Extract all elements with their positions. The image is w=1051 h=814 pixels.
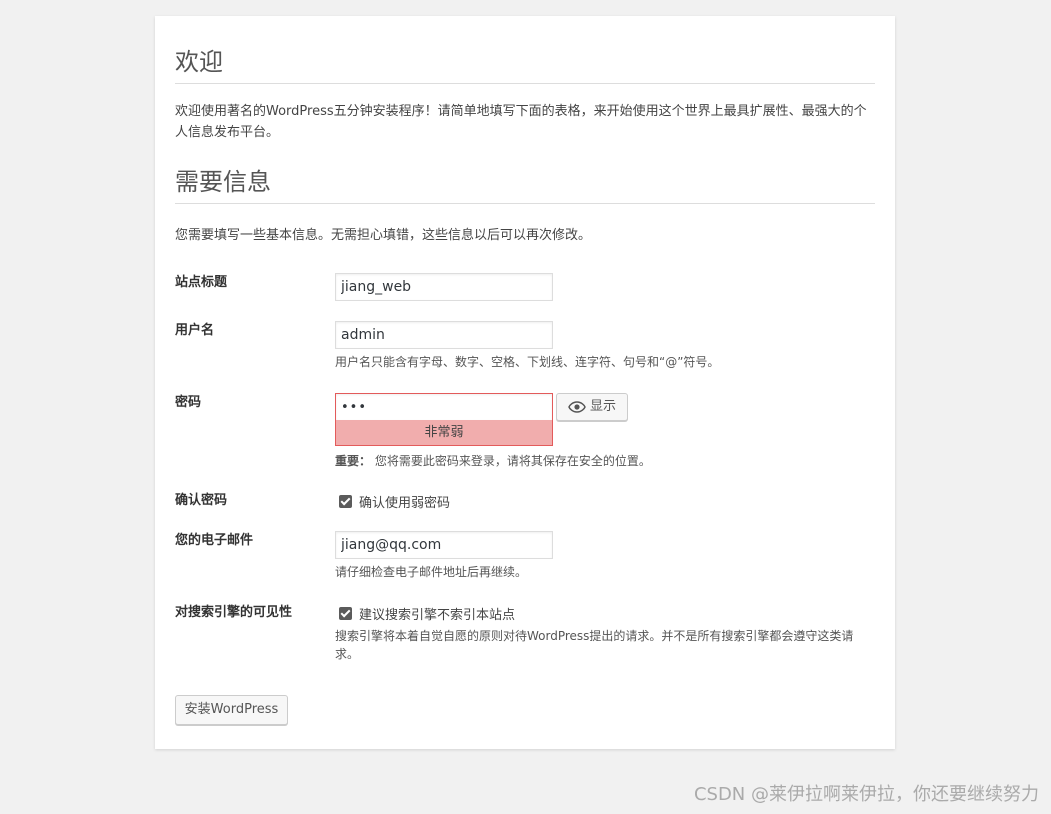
visibility-hint: 搜索引擎将本着自觉自愿的原则对待WordPress提出的请求。并不是所有搜索引擎… <box>335 629 854 661</box>
site-title-input[interactable] <box>335 273 553 301</box>
email-input[interactable] <box>335 531 553 559</box>
divider <box>175 83 875 84</box>
welcome-heading: 欢迎 <box>175 48 223 76</box>
eye-icon <box>568 401 586 413</box>
welcome-intro: 欢迎使用著名的WordPress五分钟安装程序！请简单地填写下面的表格，来开始使… <box>175 104 867 140</box>
site-title-label: 站点标题 <box>175 275 228 290</box>
csdn-watermark: CSDN @莱伊拉啊莱伊拉，你还要继续努力 <box>693 784 1039 805</box>
divider <box>175 203 875 204</box>
password-strength-meter: 非常弱 <box>335 420 553 446</box>
install-form-card: 欢迎 欢迎使用著名的WordPress五分钟安装程序！请简单地填写下面的表格，来… <box>155 16 895 749</box>
password-label: 密码 <box>175 395 202 410</box>
password-note: 重要： 您将需要此密码来登录，请将其保存在安全的位置。 <box>335 452 651 470</box>
info-intro: 您需要填写一些基本信息。无需担心填错，这些信息以后可以再次修改。 <box>175 228 592 243</box>
username-input[interactable] <box>335 321 553 349</box>
show-password-label: 显示 <box>589 399 616 414</box>
confirm-weak-password-row[interactable]: 确认使用弱密码 <box>339 492 450 511</box>
password-input[interactable] <box>335 393 553 421</box>
info-heading: 需要信息 <box>175 168 271 196</box>
email-label: 您的电子邮件 <box>175 533 254 548</box>
confirm-weak-password-label: 确认使用弱密码 <box>359 496 451 511</box>
visibility-label: 对搜索引擎的可见性 <box>175 605 293 620</box>
confirm-weak-password-checkbox[interactable] <box>339 495 352 508</box>
discourage-search-row[interactable]: 建议搜索引擎不索引本站点 <box>339 604 515 623</box>
install-wordpress-button[interactable]: 安装WordPress <box>175 695 288 725</box>
discourage-search-checkbox[interactable] <box>339 607 352 620</box>
username-hint: 用户名只能含有字母、数字、空格、下划线、连字符、句号和“@”符号。 <box>335 355 720 369</box>
confirm-password-label: 确认密码 <box>175 493 228 508</box>
username-label: 用户名 <box>175 323 215 338</box>
email-hint: 请仔细检查电子邮件地址后再继续。 <box>335 565 528 579</box>
password-note-text: 您将需要此密码来登录，请将其保存在安全的位置。 <box>374 454 651 468</box>
show-password-button[interactable]: 显示 <box>556 393 628 421</box>
password-note-bold: 重要： <box>335 454 372 468</box>
discourage-search-label: 建议搜索引擎不索引本站点 <box>359 608 516 623</box>
